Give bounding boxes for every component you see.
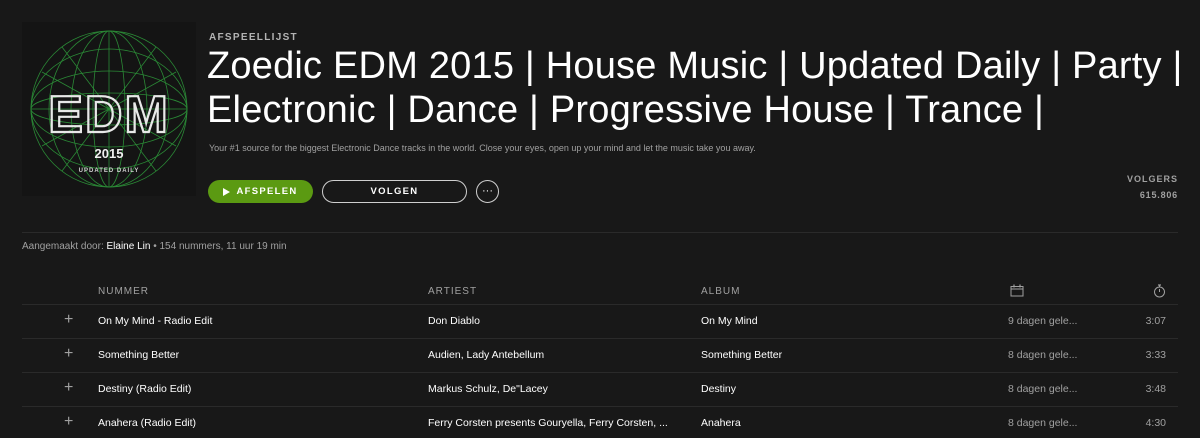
track-artist[interactable]: Markus Schulz, De"Lacey xyxy=(428,383,548,395)
track-table-header: NUMMER ARTIEST ALBUM xyxy=(22,277,1178,305)
add-track-icon[interactable]: + xyxy=(64,346,73,362)
add-track-icon[interactable]: + xyxy=(64,312,73,328)
created-by-label: Aangemaakt door: xyxy=(22,241,104,252)
ellipsis-icon: ··· xyxy=(482,185,493,197)
column-header-title[interactable]: NUMMER xyxy=(98,286,149,297)
track-title[interactable]: Anahera (Radio Edit) xyxy=(98,417,196,429)
header-divider xyxy=(22,232,1178,233)
followers-label: VOLGERS xyxy=(1126,174,1178,184)
playlist-summary: • 154 nummers, 11 uur 19 min xyxy=(153,241,287,252)
track-title[interactable]: On My Mind - Radio Edit xyxy=(98,315,212,327)
calendar-icon[interactable] xyxy=(1010,284,1024,300)
play-button-label: AFSPELEN xyxy=(236,186,298,197)
track-title[interactable]: Destiny (Radio Edit) xyxy=(98,383,191,395)
playlist-type-label: AFSPEELLIJST xyxy=(209,32,298,43)
playlist-title: Zoedic EDM 2015 | House Music | Updated … xyxy=(207,45,1183,131)
track-row[interactable]: + Destiny (Radio Edit) Markus Schulz, De… xyxy=(22,373,1178,407)
track-added-date: 9 dagen gele... xyxy=(1008,315,1078,327)
track-artist[interactable]: Audien, Lady Antebellum xyxy=(428,349,544,361)
more-options-button[interactable]: ··· xyxy=(476,180,499,203)
stopwatch-icon[interactable] xyxy=(1153,284,1166,301)
playlist-cover-art: EDM 2015 UPDATED DAILY xyxy=(22,22,196,196)
track-album[interactable]: Something Better xyxy=(701,349,782,361)
column-header-album[interactable]: ALBUM xyxy=(701,286,740,297)
playlist-meta: Aangemaakt door: Elaine Lin • 154 nummer… xyxy=(22,241,287,252)
followers-count: 615.806 xyxy=(1139,190,1178,200)
track-title[interactable]: Something Better xyxy=(98,349,179,361)
track-album[interactable]: On My Mind xyxy=(701,315,758,327)
track-table: NUMMER ARTIEST ALBUM + On My Mind - Radi… xyxy=(22,277,1178,438)
track-added-date: 8 dagen gele... xyxy=(1008,383,1078,395)
track-row[interactable]: + Something Better Audien, Lady Antebell… xyxy=(22,339,1178,373)
playlist-page: EDM 2015 UPDATED DAILY AFSPEELLIJST Zoed… xyxy=(0,0,1200,438)
track-added-date: 8 dagen gele... xyxy=(1008,349,1078,361)
track-duration: 3:48 xyxy=(1145,383,1166,395)
track-duration: 3:07 xyxy=(1145,315,1166,327)
track-duration: 4:30 xyxy=(1145,417,1166,429)
track-album[interactable]: Anahera xyxy=(701,417,741,429)
add-track-icon[interactable]: + xyxy=(64,414,73,430)
playlist-description: Your #1 source for the biggest Electroni… xyxy=(209,143,756,153)
track-duration: 3:33 xyxy=(1145,349,1166,361)
track-album[interactable]: Destiny xyxy=(701,383,736,395)
track-row[interactable]: + Anahera (Radio Edit) Ferry Corsten pre… xyxy=(22,407,1178,438)
play-button[interactable]: AFSPELEN xyxy=(208,180,313,203)
add-track-icon[interactable]: + xyxy=(64,380,73,396)
track-artist[interactable]: Ferry Corsten presents Gouryella, Ferry … xyxy=(428,417,668,429)
follow-button-label: VOLGEN xyxy=(370,186,419,197)
follow-button[interactable]: VOLGEN xyxy=(322,180,467,203)
track-artist[interactable]: Don Diablo xyxy=(428,315,480,327)
cover-year-text: 2015 xyxy=(95,146,124,161)
edm-globe-artwork: EDM 2015 UPDATED DAILY xyxy=(22,22,196,196)
track-row[interactable]: + On My Mind - Radio Edit Don Diablo On … xyxy=(22,305,1178,339)
column-header-artist[interactable]: ARTIEST xyxy=(428,286,477,297)
cover-subtitle-text: UPDATED DAILY xyxy=(79,168,140,174)
play-icon xyxy=(223,187,231,196)
creator-link[interactable]: Elaine Lin xyxy=(107,241,151,252)
cover-title-text: EDM xyxy=(48,86,170,144)
track-added-date: 8 dagen gele... xyxy=(1008,417,1078,429)
